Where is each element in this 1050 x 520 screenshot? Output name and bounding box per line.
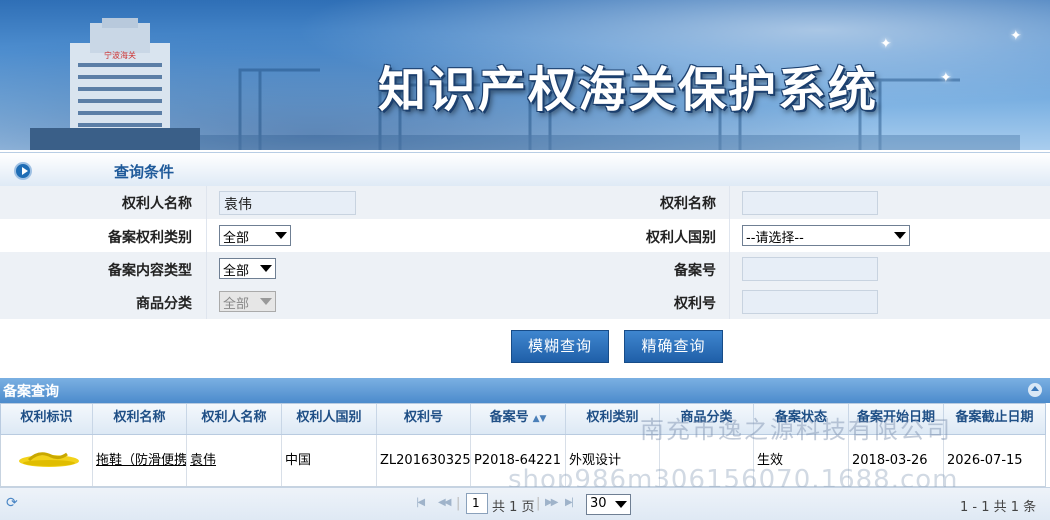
query-row-1: 权利人名称 袁伟 权利名称 (0, 186, 1050, 219)
system-title: 知识产权海关保护系统 (378, 62, 879, 118)
page-size-value: 30 (590, 496, 607, 511)
query-row-4: 商品分类 全部 权利号 (0, 285, 1050, 319)
holder-name-label: 权利人名称 (122, 196, 192, 212)
col-header-right-name[interactable]: 权利名称 (93, 404, 187, 434)
sparkle-icon: ✦ (940, 70, 952, 86)
right-type-select[interactable]: 全部 (219, 225, 291, 246)
cell-country: 中国 (282, 435, 377, 486)
query-row-2: 备案权利类别 全部 权利人国别 --请选择-- (0, 219, 1050, 252)
goods-class-label: 商品分类 (136, 296, 192, 312)
goods-class-value: 全部 (223, 297, 250, 312)
query-section-header: 查询条件 (0, 152, 1050, 186)
sparkle-icon: ✦ (1010, 28, 1022, 44)
right-name-label: 权利名称 (660, 196, 716, 212)
right-type-value: 全部 (223, 231, 250, 246)
total-pages-text: 共 1 页 (492, 500, 535, 515)
cell-holder[interactable]: 袁伟 (187, 435, 282, 486)
refresh-icon[interactable]: ⟳ (6, 495, 18, 511)
content-type-select[interactable]: 全部 (219, 258, 276, 279)
results-section-title: 备案查询 (3, 384, 59, 400)
header-banner: 宁波海关 ✦ ✦ ✦ 知识产权海关保护系统 (0, 0, 1050, 150)
pager-separator: | (456, 496, 461, 511)
chevron-down-icon (260, 298, 272, 305)
holder-link[interactable]: 袁伟 (190, 453, 216, 468)
query-row-3: 备案内容类型 全部 备案号 (0, 252, 1050, 285)
arrow-right-icon (14, 162, 32, 180)
col-header-record-no-label: 备案号 (489, 410, 529, 425)
record-no-input[interactable] (742, 257, 878, 281)
right-type-label: 备案权利类别 (108, 230, 192, 246)
building-sign: 宁波海关 (104, 50, 136, 60)
column-divider (729, 186, 730, 319)
pager-separator: | (536, 496, 541, 511)
exact-search-button[interactable]: 精确查询 (624, 330, 723, 363)
right-no-label: 权利号 (674, 296, 716, 312)
last-page-icon[interactable]: ▶| (565, 497, 574, 508)
page-number-input[interactable]: 1 (466, 493, 488, 514)
right-name-input[interactable] (742, 191, 878, 215)
chevron-down-icon (615, 501, 627, 508)
first-page-icon[interactable]: |◀ (416, 497, 425, 508)
right-name-link[interactable]: 拖鞋（防滑便携 (96, 453, 186, 468)
col-header-country[interactable]: 权利人国别 (282, 404, 377, 434)
chevron-down-icon (894, 232, 906, 239)
col-header-right-no[interactable]: 权利号 (377, 404, 471, 434)
watermark-company: 南充市逸之源科技有限公司 (640, 416, 952, 444)
sort-icon: ▲▼ (532, 414, 547, 424)
cell-end-date: 2026-07-15 (947, 453, 1023, 468)
record-no-label: 备案号 (674, 263, 716, 279)
pagination-bar: ⟳ |◀ ◀◀ | 1 共 1 页 | ▶▶ ▶| 30 1 - 1 共 1 条 (0, 487, 1050, 520)
record-summary: 1 - 1 共 1 条 (960, 500, 1037, 515)
goods-class-select: 全部 (219, 291, 276, 312)
slipper-image (19, 452, 79, 467)
cell-mark (1, 435, 93, 486)
chevron-down-icon (275, 232, 287, 239)
chevron-down-icon (260, 265, 272, 272)
query-section-title: 查询条件 (114, 163, 175, 181)
holder-country-value: --请选择-- (746, 231, 804, 246)
next-page-icon[interactable]: ▶▶ (545, 497, 558, 508)
col-header-record-no[interactable]: 备案号 ▲▼ (471, 404, 566, 434)
cell-right-no: ZL201630325 (377, 435, 471, 486)
col-header-end-date[interactable]: 备案截止日期 (944, 404, 1045, 434)
col-header-mark[interactable]: 权利标识 (1, 404, 93, 434)
cell-right-name[interactable]: 拖鞋（防滑便携 (93, 435, 187, 486)
page-size-select[interactable]: 30 (586, 494, 631, 515)
holder-country-label: 权利人国别 (646, 230, 716, 246)
content-type-label: 备案内容类型 (108, 263, 192, 279)
content-type-value: 全部 (223, 264, 250, 279)
holder-name-input[interactable]: 袁伟 (219, 191, 356, 215)
right-no-input[interactable] (742, 290, 878, 314)
customs-building-graphic: 宁波海关 (30, 18, 200, 150)
sparkle-icon: ✦ (880, 36, 892, 52)
results-section-header: 备案查询 (0, 378, 1050, 403)
prev-page-icon[interactable]: ◀◀ (438, 497, 451, 508)
collapse-icon[interactable] (1028, 383, 1042, 397)
col-header-holder[interactable]: 权利人名称 (187, 404, 282, 434)
holder-country-select[interactable]: --请选择-- (742, 225, 910, 246)
fuzzy-search-button[interactable]: 模糊查询 (511, 330, 609, 363)
column-divider (206, 186, 207, 319)
